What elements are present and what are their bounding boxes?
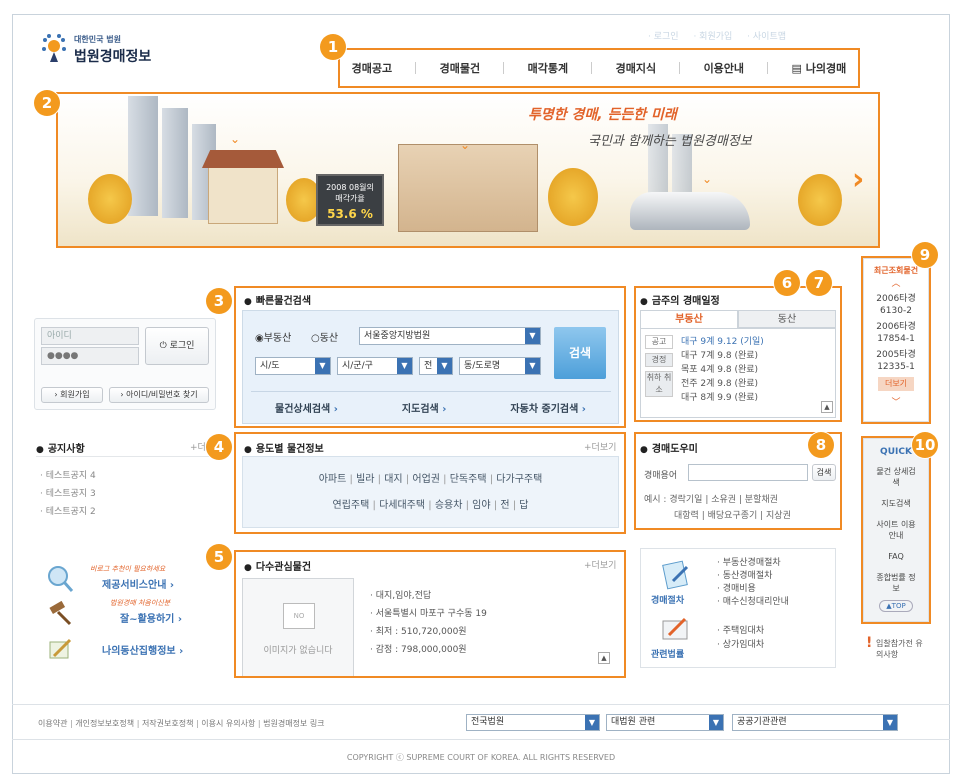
util-sitemap-link[interactable]: · 사이트맵 [747,32,786,42]
logo-title: 법원경매정보 [74,49,152,65]
procedure-item[interactable]: · 경매비용 [717,583,789,596]
usage-tips-link[interactable]: 법원경매 처음이신분 잘~활용하기 › [36,598,216,632]
my-execution-link[interactable]: 나의동산집행정보 › [36,634,216,664]
power-icon: ⏻ [159,341,170,351]
util-join-link[interactable]: · 회원가입 [693,32,732,42]
util-links: · 로그인 · 회원가입 · 사이트맵 [642,29,792,42]
bidding-notice-link[interactable]: ! 입찰참가전 유의사항 [866,636,932,664]
footer-court-select[interactable]: 전국법원 ▼ [466,714,600,731]
usage-tips-label: 잘~활용하기 › [120,614,182,625]
service-guide-text: 제공서비스안내 [102,580,167,591]
marker-2: 2 [34,90,60,116]
procedure-panel: 경매절차 · 부동산경매절차 · 동산경매절차 · 경매비용 · 매수신청대리안… [640,548,836,668]
callout-box-9 [861,256,931,424]
id-input[interactable]: 아이디 [41,327,139,345]
footer-court-value: 전국법원 [471,717,505,727]
logo-small: 대한민국 법원 [74,35,121,44]
notice-item[interactable]: · 테스트공지 3 [40,486,96,504]
divider: | [70,719,73,728]
notice-list: · 테스트공지 4 · 테스트공지 3 · 테스트공지 2 [40,468,96,522]
marker-5: 5 [206,544,232,570]
footer-link-link[interactable]: 법원경매정보 링크 [263,719,324,728]
divider: | [196,719,199,728]
divider: | [136,719,140,728]
callout-box-6-7 [634,286,842,422]
util-login-link[interactable]: · 로그인 [648,32,679,42]
copyright: COPYRIGHT ⓒ SUPREME COURT OF KOREA. ALL … [346,753,616,762]
chevron-down-icon: ▼ [709,715,723,730]
notice-item[interactable]: · 테스트공지 4 [40,468,96,486]
bidding-notice-text: 입찰참가전 유의사항 [876,639,923,659]
divider [36,456,216,457]
divider: | [257,719,261,728]
footer-supreme-select[interactable]: 대법원 관련 ▼ [606,714,724,731]
logo[interactable]: 대한민국 법원 법원경매정보 [40,30,190,70]
marker-3: 3 [206,288,232,314]
footer-public-value: 공공기관관련 [737,717,787,727]
chevron-down-icon: ▼ [883,715,897,730]
join-button[interactable]: › 회원가입 [41,387,103,403]
notice-item[interactable]: · 테스트공지 2 [40,504,96,522]
my-execution-text: 나의동산집행정보 [102,646,176,657]
marker-4: 4 [206,434,232,460]
marker-8: 8 [808,432,834,458]
law-item[interactable]: · 상가임대차 [717,637,764,651]
marker-9: 9 [912,242,938,268]
footer-links: 이용약관 | 개인정보보호정책 | 저작권보호정책 | 이용시 유의사항 | 법… [38,718,325,729]
notice-title: 공지사항 [36,440,85,455]
password-input[interactable]: ●●●● [41,347,139,365]
service-guide-link[interactable]: 비로그 추천이 필요하세요 제공서비스안내 › [36,562,216,598]
magnifier-icon [44,564,74,594]
login-button-label: 로그인 [169,341,195,351]
law-list: · 주택임대차 · 상가임대차 [717,623,764,651]
marker-1: 1 [320,34,346,60]
procedure-item[interactable]: · 매수신청대리안내 [717,596,789,609]
chevron-down-icon: ▼ [585,715,599,730]
marker-10: 10 [912,432,938,458]
footer-public-select[interactable]: 공공기관관련 ▼ [732,714,898,731]
procedure-label[interactable]: 경매절차 [651,593,684,606]
usage-tips-text: 잘~활용하기 [120,614,175,625]
marker-7: 7 [806,270,832,296]
login-box: 아이디 ●●●● ⏻ 로그인 › 회원가입 › 아이디/비밀번호 찾기 [34,318,216,410]
footer-copyright-link[interactable]: 저작권보호정책 [142,719,194,728]
gavel-icon [46,600,74,628]
login-button[interactable]: ⏻ 로그인 [145,327,209,365]
find-account-button[interactable]: › 아이디/비밀번호 찾기 [109,387,209,403]
law-book-icon [659,615,693,643]
callout-box-10 [861,436,931,624]
service-guide-tag: 비로그 추천이 필요하세요 [90,565,166,573]
service-guide-label: 제공서비스안내 › [102,580,175,591]
procedure-list: · 부동산경매절차 · 동산경매절차 · 경매비용 · 매수신청대리안내 [717,557,789,609]
procedure-item[interactable]: · 부동산경매절차 [717,557,789,570]
callout-box-3 [234,286,626,428]
alert-icon: ! [866,635,873,651]
my-execution-label: 나의동산집행정보 › [102,646,184,657]
footer-terms-link[interactable]: 이용약관 [38,719,67,728]
usage-tips-tag: 법원경매 처음이신분 [110,599,171,607]
notice-more-link[interactable]: +더 [190,440,206,453]
law-label[interactable]: 관련법률 [651,647,684,660]
footer-supreme-value: 대법원 관련 [611,717,656,727]
footer-caution-link[interactable]: 이용시 유의사항 [201,719,255,728]
callout-box-1 [338,48,860,88]
footer-bar: 이용약관 | 개인정보보호정책 | 저작권보호정책 | 이용시 유의사항 | 법… [12,704,950,740]
law-item[interactable]: · 주택임대차 [717,623,764,637]
marker-6: 6 [774,270,800,296]
pencil-icon [46,636,74,662]
logo-emblem-icon [40,32,68,62]
callout-box-2 [56,92,880,248]
footer-privacy-link[interactable]: 개인정보보호정책 [75,719,134,728]
procedure-icon [659,559,693,591]
procedure-item[interactable]: · 동산경매절차 [717,570,789,583]
callout-box-4 [234,432,626,534]
callout-box-5 [234,550,626,678]
